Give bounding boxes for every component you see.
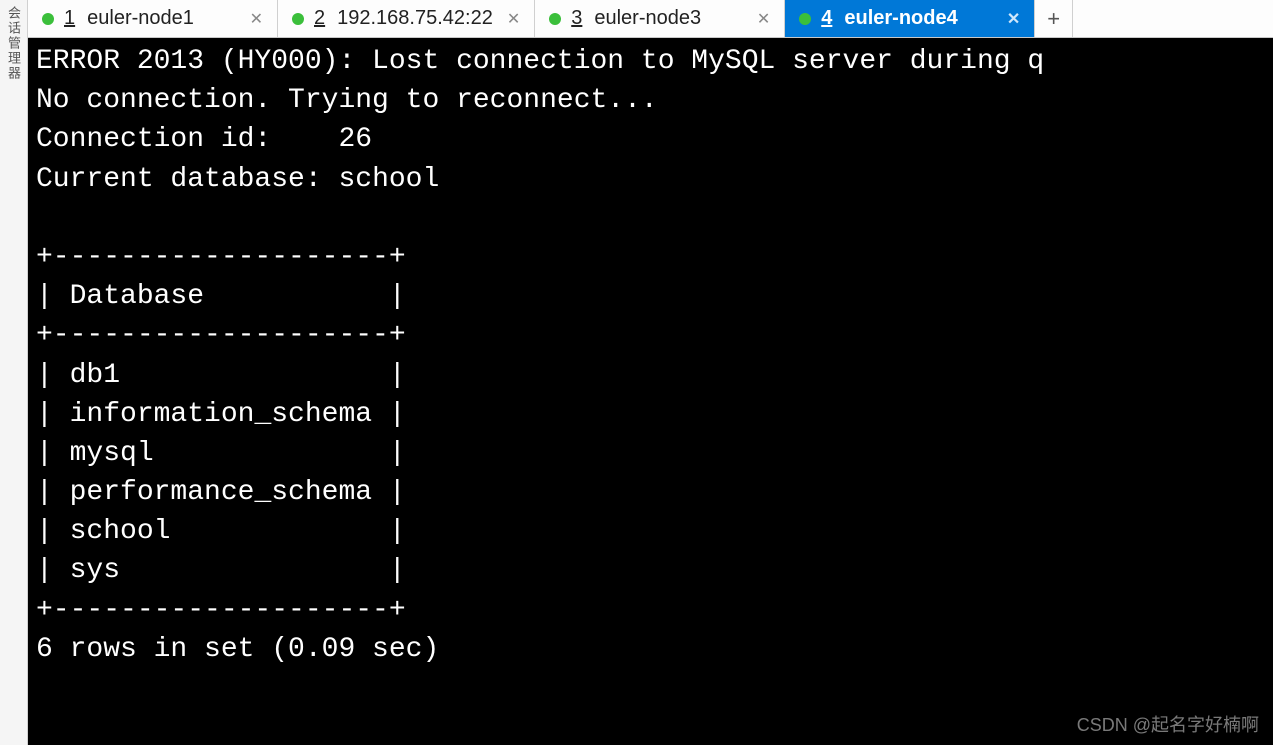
error-line: ERROR 2013 (HY000): Lost connection to M… — [36, 46, 1044, 77]
table-row: | information_schema | — [36, 399, 406, 430]
table-row: | sys | — [36, 555, 406, 586]
tab-number: 4 — [821, 7, 834, 30]
tab-ip-session[interactable]: 2 192.168.75.42:22 ✕ — [278, 0, 535, 37]
table-row: | mysql | — [36, 438, 406, 469]
close-icon[interactable]: ✕ — [753, 9, 774, 29]
table-border: +--------------------+ — [36, 595, 406, 626]
tab-number: 2 — [314, 7, 327, 30]
tab-title: euler-node4 — [844, 7, 957, 30]
tab-title: euler-node1 — [87, 7, 194, 30]
app-root: 会话管理器 1 euler-node1 ✕ 2 192.168.75.42:22… — [0, 0, 1273, 745]
table-row: | db1 | — [36, 360, 406, 391]
close-icon[interactable]: ✕ — [246, 9, 267, 29]
tab-title: euler-node3 — [594, 7, 701, 30]
table-border: +--------------------+ — [36, 320, 406, 351]
tab-bar: 1 euler-node1 ✕ 2 192.168.75.42:22 ✕ 3 e… — [28, 0, 1273, 38]
sidebar[interactable]: 会话管理器 — [0, 0, 28, 745]
table-border: +--------------------+ — [36, 242, 406, 273]
table-row: | performance_schema | — [36, 477, 406, 508]
tab-number: 3 — [571, 7, 584, 30]
close-icon[interactable]: ✕ — [503, 9, 524, 29]
status-dot-icon — [549, 13, 561, 25]
status-dot-icon — [292, 13, 304, 25]
connection-id-line: Connection id: 26 — [36, 124, 372, 155]
terminal-output[interactable]: ERROR 2013 (HY000): Lost connection to M… — [28, 38, 1273, 745]
tab-euler-node3[interactable]: 3 euler-node3 ✕ — [535, 0, 785, 37]
current-db-line: Current database: school — [36, 164, 439, 195]
table-row: | school | — [36, 516, 406, 547]
status-dot-icon — [42, 13, 54, 25]
tab-euler-node4[interactable]: 4 euler-node4 ✕ — [785, 0, 1035, 37]
new-tab-button[interactable]: + — [1035, 0, 1073, 37]
reconnect-line: No connection. Trying to reconnect... — [36, 85, 658, 116]
sidebar-label: 会话管理器 — [4, 6, 23, 81]
tab-number: 1 — [64, 7, 77, 30]
table-header-row: | Database | — [36, 281, 406, 312]
close-icon[interactable]: ✕ — [1003, 9, 1024, 29]
result-footer: 6 rows in set (0.09 sec) — [36, 634, 439, 665]
tab-title: 192.168.75.42:22 — [337, 7, 493, 30]
tab-euler-node1[interactable]: 1 euler-node1 ✕ — [28, 0, 278, 37]
status-dot-icon — [799, 13, 811, 25]
main-area: 1 euler-node1 ✕ 2 192.168.75.42:22 ✕ 3 e… — [28, 0, 1273, 745]
